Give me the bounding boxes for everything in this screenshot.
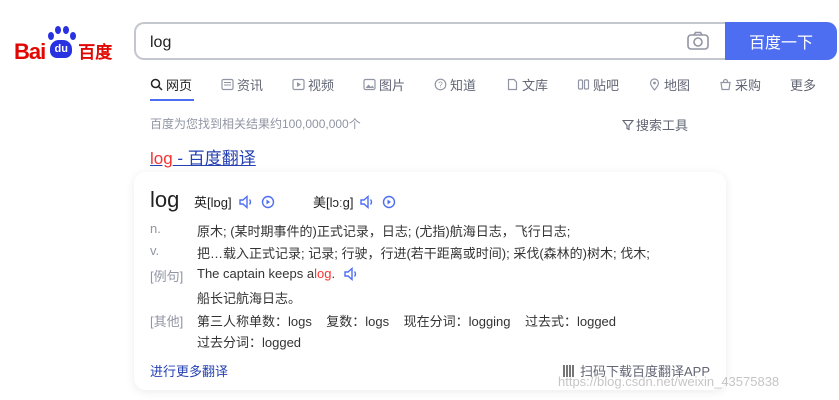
tab-label: 地图 [664, 77, 691, 93]
speaker-icon[interactable] [343, 266, 359, 281]
tab-label: 更多 [790, 77, 817, 93]
tab-label: 贴吧 [593, 77, 620, 93]
search-tools-label: 搜索工具 [636, 118, 689, 133]
headword: log [150, 187, 180, 212]
result-count: 百度为您找到相关结果约100,000,000个 [150, 117, 361, 131]
search-icon [150, 78, 163, 91]
search-button[interactable]: 百度一下 [725, 22, 837, 60]
logo-du-text: du [54, 43, 68, 55]
tab-images[interactable]: 图片 [363, 73, 405, 95]
speaker-icon[interactable] [359, 194, 375, 209]
camera-icon[interactable] [686, 30, 710, 52]
example-en-word: log [314, 266, 332, 281]
pos-noun: n. [150, 221, 161, 236]
forum-icon [577, 78, 590, 90]
tab-more[interactable]: 更多 [790, 73, 816, 95]
search-tools-button[interactable]: 搜索工具 [622, 115, 688, 134]
pos-verb: v. [150, 243, 160, 258]
other-label: [其他] [150, 314, 184, 329]
slow-speaker-icon[interactable] [260, 195, 276, 209]
logo-bai-text: Bai [14, 39, 46, 64]
tab-map[interactable]: 地图 [648, 73, 690, 95]
image-icon [363, 78, 376, 90]
question-icon: ? [434, 78, 447, 90]
filter-icon [622, 119, 634, 130]
logo-cn-text: 百度 [78, 43, 113, 62]
tab-label: 网页 [166, 77, 193, 93]
example-en-before: The captain keeps a [197, 266, 315, 281]
document-icon [507, 78, 518, 90]
news-icon [221, 78, 234, 90]
title-rest: - 百度翻译 [172, 149, 256, 168]
search-input[interactable] [148, 30, 672, 56]
active-tab-underline [150, 99, 194, 101]
tab-purchase[interactable]: 采购 [719, 73, 761, 95]
search-box[interactable] [134, 22, 726, 60]
phonetic-us-text: 美[lɔːɡ] [313, 195, 354, 210]
tab-label: 资讯 [237, 77, 264, 93]
phonetic-uk: 英[lɒɡ] [194, 192, 276, 211]
paw-icon: du [46, 24, 77, 64]
tab-wenku[interactable]: 文库 [506, 73, 548, 95]
map-icon [649, 77, 660, 91]
definition-verb: 把…载入正式记录; 记录; 行驶，行进(若干距离或时间); 采伐(森林的)树木;… [197, 246, 650, 261]
example-label: [例句] [150, 269, 184, 284]
inflections-line2: 过去分词：logged [197, 335, 302, 350]
title-keyword: log [150, 149, 173, 168]
definition-noun: 原木; (某时期事件的)正式记录，日志; (尤指)航海日志，飞行日志; [197, 224, 571, 239]
example-sentence: The captain keeps a log. [197, 266, 359, 281]
more-translation-link[interactable]: 进行更多翻译 [150, 361, 228, 380]
result-title-link[interactable]: log - 百度翻译 [150, 144, 256, 169]
tab-label: 图片 [379, 77, 406, 93]
watermark: https://blog.csdn.net/weixin_43575838 [558, 374, 780, 389]
baidu-logo[interactable]: Bai du 百度 [14, 24, 112, 64]
tab-tieba[interactable]: 贴吧 [577, 73, 619, 95]
tab-label: 采购 [735, 77, 762, 93]
tab-video[interactable]: 视频 [292, 73, 334, 95]
svg-text:?: ? [438, 80, 443, 89]
video-icon [292, 78, 305, 90]
tab-news[interactable]: 资讯 [221, 73, 263, 95]
tab-label: 视频 [308, 77, 335, 93]
tab-label: 文库 [522, 77, 549, 93]
tab-web[interactable]: 网页 [150, 73, 192, 95]
tab-zhidao[interactable]: ? 知道 [434, 73, 476, 95]
tab-label: 知道 [450, 77, 477, 93]
slow-speaker-icon[interactable] [381, 195, 397, 209]
phonetic-us: 美[lɔːɡ] [313, 192, 397, 211]
speaker-icon[interactable] [238, 194, 254, 209]
phonetic-uk-text: 英[lɒɡ] [194, 195, 232, 210]
example-en-after: . [331, 266, 336, 281]
example-translation: 船长记航海日志。 [197, 291, 302, 306]
shop-icon [720, 78, 731, 90]
inflections-line1: 第三人称单数：logs 复数：logs 现在分词：logging 过去式：log… [197, 314, 617, 329]
